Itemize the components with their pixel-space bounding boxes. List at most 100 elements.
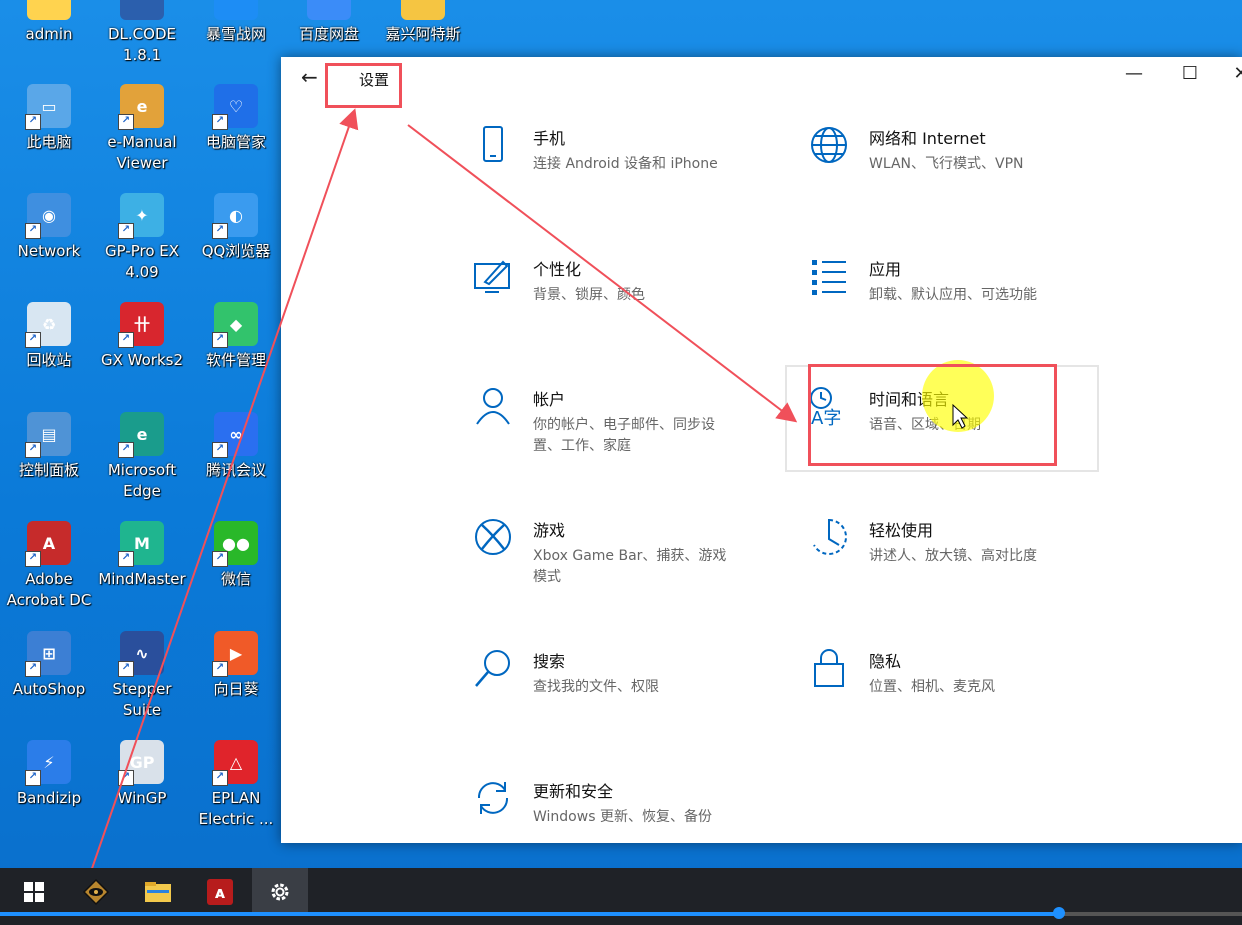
tile-title: 手机 xyxy=(533,129,566,148)
desktop-icon[interactable]: GP ↗ WinGP xyxy=(96,740,188,809)
desktop-icon[interactable]: e ↗ Microsoft Edge xyxy=(96,412,188,502)
desktop-icon[interactable]: 暴雪战网 xyxy=(190,0,282,45)
desktop-icon-label: 嘉兴阿特斯 xyxy=(385,25,461,43)
settings-gear-icon[interactable] xyxy=(252,868,308,916)
tile-title: 时间和语言 xyxy=(869,390,950,409)
shortcut-arrow-icon: ↗ xyxy=(118,551,134,567)
app-eye-icon[interactable] xyxy=(68,868,124,916)
desktop-app-icon: ♻ ↗ xyxy=(25,302,71,348)
ease-of-access-icon xyxy=(807,515,851,559)
back-arrow-icon[interactable]: ← xyxy=(301,65,318,89)
desktop-icon[interactable]: 百度网盘 xyxy=(283,0,375,45)
desktop-icon-label: 控制面板 xyxy=(18,461,79,479)
desktop-icon[interactable]: 卄 ↗ GX Works2 xyxy=(96,302,188,371)
settings-tile[interactable]: 更新和安全 Windows 更新、恢复、备份 xyxy=(471,776,771,876)
settings-tile[interactable]: A字 时间和语言语音、区域、日期 xyxy=(785,365,1099,472)
desktop-icon[interactable]: ◉ ↗ Network xyxy=(3,193,95,262)
tile-subtitle: WLAN、飞行模式、VPN xyxy=(869,156,1024,172)
desktop-icon-label: 电脑管家 xyxy=(205,133,266,151)
settings-tile[interactable]: 隐私 位置、相机、麦克风 xyxy=(807,646,1107,746)
desktop-icon-label: MindMaster xyxy=(98,570,186,588)
tile-title: 游戏 xyxy=(533,521,566,540)
tile-subtitle: 语音、区域、日期 xyxy=(869,417,981,433)
desktop-icon[interactable]: ♡ ↗ 电脑管家 xyxy=(190,84,282,153)
desktop-app-icon: ♡ ↗ xyxy=(212,84,258,130)
settings-tile[interactable]: 网络和 Internet WLAN、飞行模式、VPN xyxy=(807,123,1107,223)
desktop-app-icon: ▤ ↗ xyxy=(25,412,71,458)
desktop-icon[interactable]: ∞ ↗ 腾讯会议 xyxy=(190,412,282,481)
apps-list-icon xyxy=(807,254,851,298)
desktop-app-icon: ◐ ↗ xyxy=(212,193,258,239)
tile-subtitle: 位置、相机、麦克风 xyxy=(869,679,995,695)
shortcut-arrow-icon: ↗ xyxy=(25,661,41,677)
desktop-icon-label: Stepper Suite xyxy=(112,680,172,719)
desktop-icon[interactable]: ⚡ ↗ Bandizip xyxy=(3,740,95,809)
tile-subtitle: 背景、锁屏、颜色 xyxy=(533,287,645,303)
video-progress-knob[interactable] xyxy=(1053,907,1065,919)
lock-icon xyxy=(807,646,851,690)
video-progress-fill xyxy=(0,912,1060,916)
shortcut-arrow-icon: ↗ xyxy=(25,223,41,239)
desktop-icon[interactable]: ◐ ↗ QQ浏览器 xyxy=(190,193,282,262)
settings-tile[interactable]: 轻松使用 讲述人、放大镜、高对比度 xyxy=(807,515,1107,615)
settings-tile[interactable]: 游戏 Xbox Game Bar、捕获、游戏 模式 xyxy=(471,515,771,615)
settings-tile[interactable]: 手机 连接 Android 设备和 iPhone xyxy=(471,123,771,223)
desktop-icon[interactable]: ▭ ↗ 此电脑 xyxy=(3,84,95,153)
desktop-app-icon xyxy=(307,0,351,20)
settings-tile[interactable]: 应用 卸载、默认应用、可选功能 xyxy=(807,254,1107,354)
desktop-icon[interactable]: ▤ ↗ 控制面板 xyxy=(3,412,95,481)
desktop-icon[interactable]: A ↗ Adobe Acrobat DC xyxy=(3,521,95,611)
desktop-app-icon: GP ↗ xyxy=(118,740,164,786)
settings-tile[interactable]: 个性化 背景、锁屏、颜色 xyxy=(471,254,771,354)
desktop-icon-label: Microsoft Edge xyxy=(107,461,177,500)
desktop-app-icon: ●● ↗ xyxy=(212,521,258,567)
desktop-icon[interactable]: e ↗ e-Manual Viewer xyxy=(96,84,188,174)
shortcut-arrow-icon: ↗ xyxy=(212,551,228,567)
video-progress-bar[interactable] xyxy=(0,907,1242,919)
desktop-icon[interactable]: 嘉兴阿特斯 xyxy=(377,0,469,45)
desktop-icon[interactable]: ♻ ↗ 回收站 xyxy=(3,302,95,371)
desktop-icon-label: 软件管理 xyxy=(205,351,266,369)
tile-title: 帐户 xyxy=(533,390,566,409)
shortcut-arrow-icon: ↗ xyxy=(25,551,41,567)
windows-start-icon[interactable] xyxy=(6,868,62,916)
desktop-icon-label: GX Works2 xyxy=(100,351,183,369)
desktop-icon-label: GP-Pro EX 4.09 xyxy=(104,242,180,281)
desktop-icon-label: admin xyxy=(25,25,73,43)
desktop-app-icon: ∿ ↗ xyxy=(118,631,164,677)
desktop-icon-label: e-Manual Viewer xyxy=(107,133,177,172)
desktop-app-icon: 卄 ↗ xyxy=(118,302,164,348)
desktop-icon[interactable]: ⊞ ↗ AutoShop xyxy=(3,631,95,700)
desktop-icon[interactable]: ◆ ↗ 软件管理 xyxy=(190,302,282,371)
desktop-icon[interactable]: M ↗ MindMaster xyxy=(96,521,188,590)
maximize-button[interactable]: ☐ xyxy=(1170,63,1210,84)
desktop-icon-label: Adobe Acrobat DC xyxy=(6,570,92,609)
tile-text: 轻松使用 讲述人、放大镜、高对比度 xyxy=(869,515,1037,567)
settings-tile[interactable]: 搜索 查找我的文件、权限 xyxy=(471,646,771,746)
desktop-icon[interactable]: ▶ ↗ 向日葵 xyxy=(190,631,282,700)
shortcut-arrow-icon: ↗ xyxy=(25,332,41,348)
desktop-icon[interactable]: DL.CODE 1.8.1 xyxy=(96,0,188,66)
desktop-icon[interactable]: ✦ ↗ GP-Pro EX 4.09 xyxy=(96,193,188,283)
shortcut-arrow-icon: ↗ xyxy=(118,442,134,458)
time-language-icon: A字 xyxy=(807,384,851,429)
desktop-icon-label: 暴雪战网 xyxy=(205,25,266,43)
file-explorer-icon[interactable] xyxy=(130,868,186,916)
desktop-icon[interactable]: admin xyxy=(3,0,95,45)
minimize-button[interactable]: — xyxy=(1114,63,1154,84)
desktop-app-icon: M ↗ xyxy=(118,521,164,567)
acrobat-icon[interactable]: ᴀ xyxy=(192,868,248,916)
desktop-icon-label: 腾讯会议 xyxy=(205,461,266,479)
desktop-icon-label: 百度网盘 xyxy=(298,25,359,43)
close-button[interactable]: ✕ xyxy=(1221,63,1242,84)
desktop-icon[interactable]: ●● ↗ 微信 xyxy=(190,521,282,590)
desktop-icon-label: WinGP xyxy=(117,789,167,807)
desktop-icon[interactable]: △ ↗ EPLAN Electric ... xyxy=(190,740,282,830)
desktop-app-icon: ⊞ ↗ xyxy=(25,631,71,677)
desktop-icon[interactable]: ∿ ↗ Stepper Suite xyxy=(96,631,188,721)
settings-tile[interactable]: 帐户 你的帐户、电子邮件、同步设 置、工作、家庭 xyxy=(471,384,771,484)
shortcut-arrow-icon: ↗ xyxy=(118,223,134,239)
paint-icon xyxy=(471,254,515,298)
desktop-icon-label: Network xyxy=(17,242,81,260)
tile-text: 手机 连接 Android 设备和 iPhone xyxy=(533,123,718,175)
